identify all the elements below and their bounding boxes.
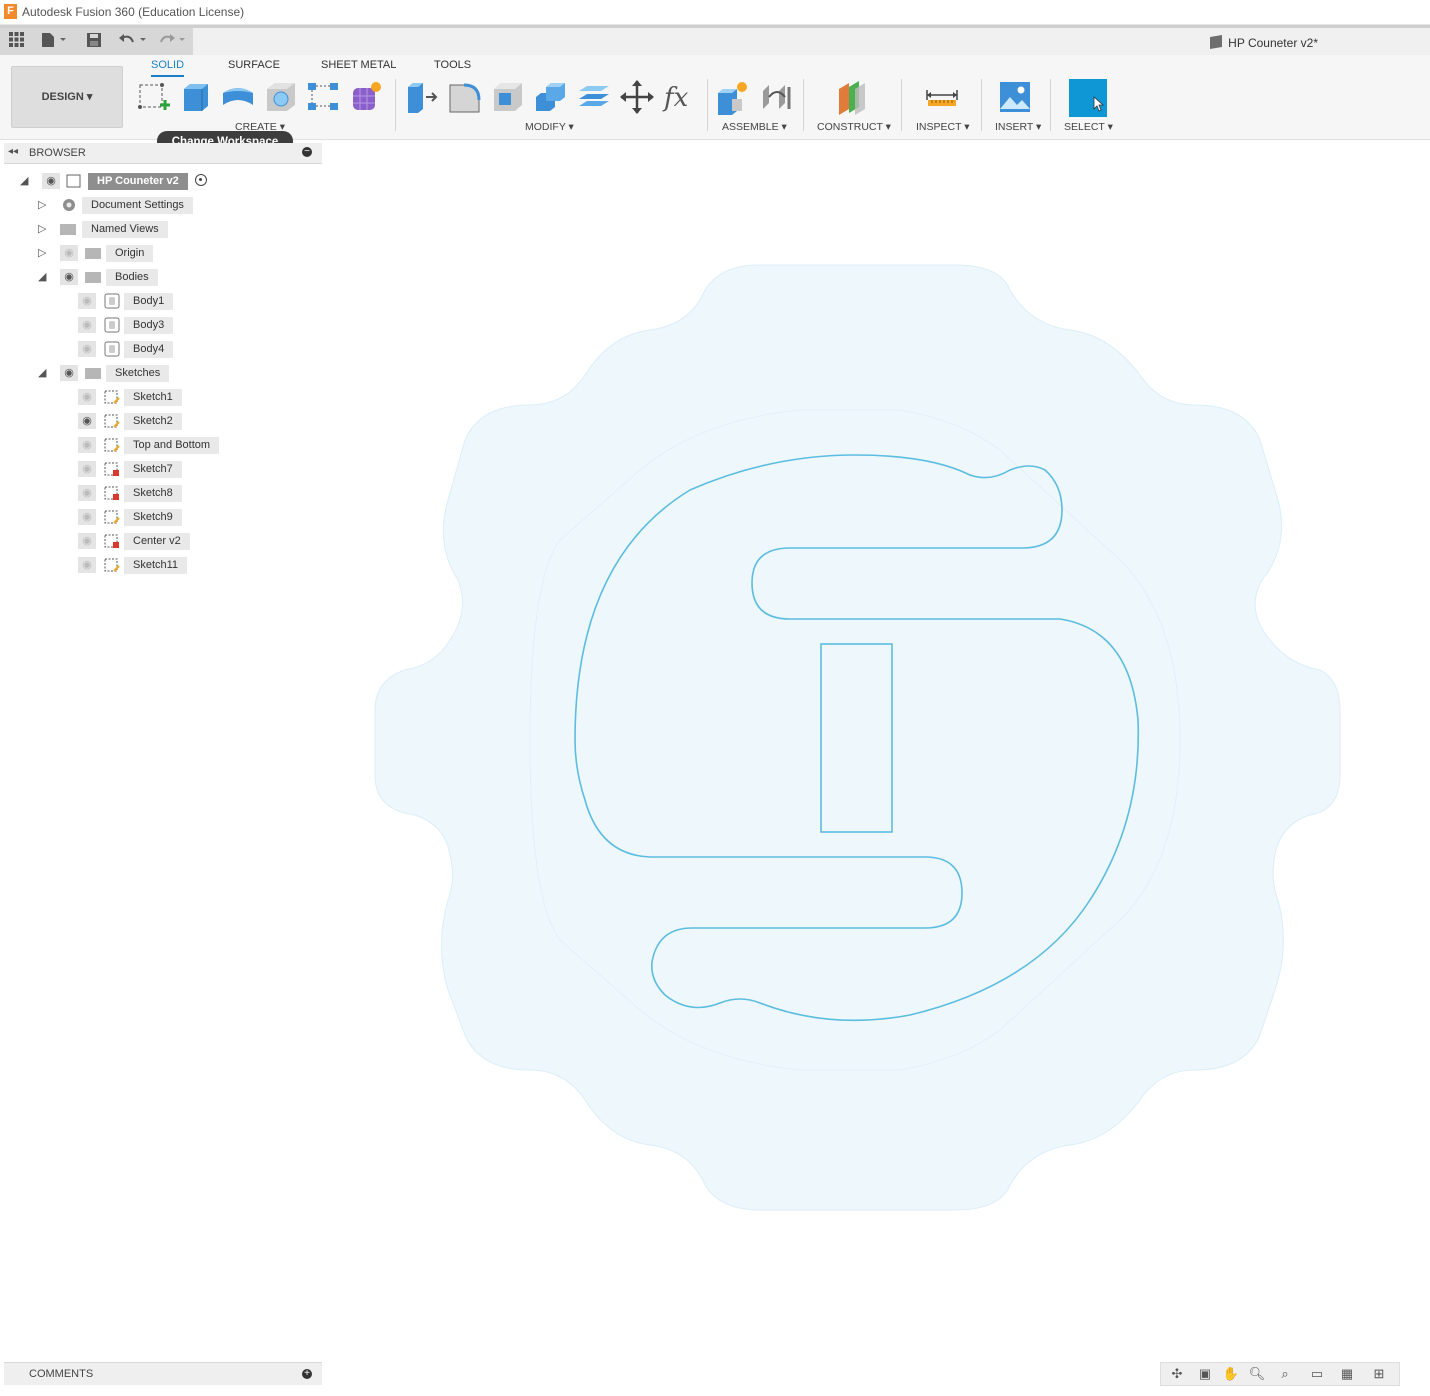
- combine-icon[interactable]: [533, 79, 569, 115]
- pattern-icon[interactable]: [305, 79, 341, 115]
- app-grid-icon[interactable]: [9, 32, 24, 52]
- construct-group-label[interactable]: CONSTRUCT ▾: [817, 121, 891, 133]
- offset-plane-icon[interactable]: [835, 79, 871, 115]
- insert-canvas-icon[interactable]: [997, 79, 1033, 115]
- file-menu-icon[interactable]: [40, 32, 68, 52]
- select-icon[interactable]: [1069, 79, 1107, 117]
- create-sketch-icon[interactable]: [136, 79, 172, 115]
- design-canvas[interactable]: [0, 140, 1430, 1355]
- gear-body[interactable]: [374, 264, 1341, 1211]
- redo-icon[interactable]: [158, 32, 188, 52]
- orbit-icon[interactable]: ✣: [1167, 1365, 1187, 1383]
- fit-icon[interactable]: ⌕: [1275, 1365, 1295, 1383]
- insert-group-label[interactable]: INSERT ▾: [995, 121, 1041, 133]
- comments-title: COMMENTS: [29, 1368, 94, 1380]
- change-parameters-icon[interactable]: fx: [662, 79, 698, 115]
- zoom-icon[interactable]: 🔍︎: [1247, 1365, 1267, 1383]
- workspace-switcher-button[interactable]: DESIGN ▾: [11, 66, 123, 128]
- joint-icon[interactable]: [759, 79, 795, 115]
- look-at-icon[interactable]: ▣: [1195, 1365, 1215, 1383]
- tab-tools[interactable]: TOOLS: [434, 59, 471, 71]
- add-comment-icon[interactable]: +: [302, 1369, 312, 1379]
- save-icon[interactable]: [86, 32, 102, 52]
- pan-hand-icon[interactable]: ✋: [1221, 1365, 1241, 1383]
- assemble-group-label[interactable]: ASSEMBLE ▾: [722, 121, 787, 133]
- viewports-icon[interactable]: ⊞: [1369, 1365, 1389, 1383]
- ribbon-separator: [395, 79, 396, 131]
- fillet-icon[interactable]: [447, 79, 483, 115]
- new-component-icon[interactable]: [715, 79, 751, 115]
- ribbon-toolbar: DESIGN ▾ SOLID SURFACE SHEET METAL TOOLS…: [0, 55, 1430, 140]
- hole-icon[interactable]: [263, 79, 299, 115]
- tab-sheet-metal[interactable]: SHEET METAL: [321, 59, 396, 71]
- document-tab[interactable]: HP Couneter v2*: [1210, 34, 1318, 50]
- title-bar: F Autodesk Fusion 360 (Education License…: [0, 0, 1430, 25]
- navigation-bar: ✣ ▣ ✋ 🔍︎ ⌕ ▭ ▦ ⊞: [1160, 1362, 1400, 1386]
- ribbon-separator: [707, 79, 708, 131]
- document-name: HP Couneter v2*: [1228, 36, 1318, 50]
- quick-access-toolbar: HP Couneter v2*: [0, 25, 1430, 58]
- press-pull-icon[interactable]: [404, 79, 440, 115]
- ribbon-separator: [901, 79, 902, 131]
- comments-panel[interactable]: COMMENTS +: [4, 1362, 322, 1385]
- create-form-icon[interactable]: [348, 79, 384, 115]
- select-group-label[interactable]: SELECT ▾: [1064, 121, 1113, 133]
- inspect-group-label[interactable]: INSPECT ▾: [916, 121, 970, 133]
- move-copy-icon[interactable]: [619, 79, 655, 115]
- offset-face-icon[interactable]: [576, 79, 612, 115]
- quick-access-group: [0, 28, 193, 56]
- tab-solid[interactable]: SOLID: [151, 59, 185, 77]
- ribbon-separator: [1050, 79, 1051, 131]
- undo-icon[interactable]: [118, 32, 148, 52]
- fusion-app-icon: F: [4, 4, 17, 19]
- display-settings-icon[interactable]: ▭: [1307, 1365, 1327, 1383]
- ribbon-separator: [803, 79, 804, 131]
- modify-group-label[interactable]: MODIFY ▾: [525, 121, 574, 133]
- measure-icon[interactable]: [924, 79, 960, 115]
- document-cube-icon: [1210, 34, 1223, 50]
- svg-text:fx: fx: [662, 83, 689, 113]
- grid-settings-icon[interactable]: ▦: [1337, 1365, 1357, 1383]
- tab-surface[interactable]: SURFACE: [228, 59, 280, 71]
- extrude-icon[interactable]: [178, 79, 214, 115]
- ribbon-separator: [981, 79, 982, 131]
- shell-icon[interactable]: [490, 79, 526, 115]
- window-title: Autodesk Fusion 360 (Education License): [22, 5, 245, 19]
- revolve-icon[interactable]: [220, 79, 256, 115]
